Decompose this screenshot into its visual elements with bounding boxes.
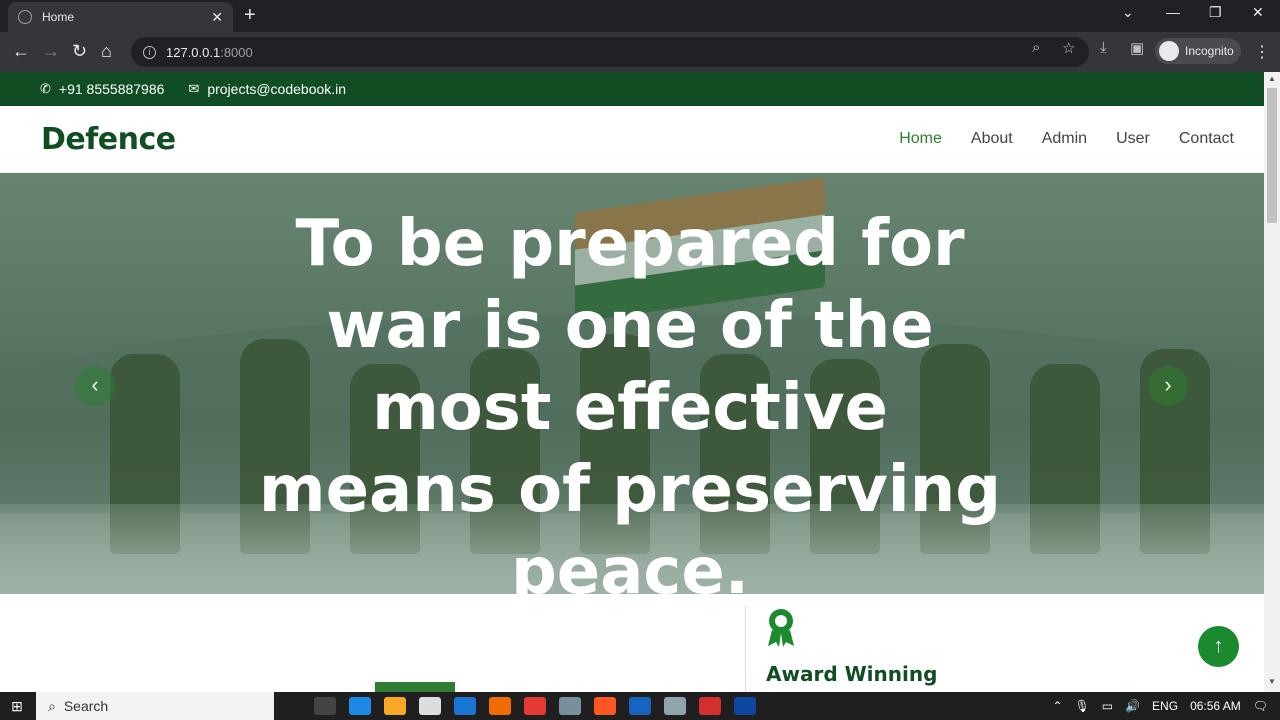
- features-section: Award Winning ↑: [0, 594, 1264, 692]
- side-panel-icon[interactable]: ▣: [1130, 39, 1144, 57]
- brave-icon[interactable]: [594, 697, 616, 715]
- page-scrollbar[interactable]: ▲ ▼: [1264, 72, 1280, 692]
- forward-icon[interactable]: →: [42, 41, 60, 62]
- close-window-button[interactable]: ✕: [1252, 4, 1264, 21]
- tab-home[interactable]: Home ✕: [8, 2, 233, 32]
- close-tab-icon[interactable]: ✕: [211, 9, 223, 26]
- browser-toolbar: ← → ↻ ⌂ i 127.0.0.1 :8000 ⌕ ☆ ⤓ ▣: [0, 32, 1280, 72]
- taskbar-search[interactable]: ⌕ Search: [36, 692, 274, 720]
- carousel-prev-button[interactable]: ‹: [75, 366, 115, 406]
- site-info-icon[interactable]: i: [143, 45, 156, 59]
- contact-topbar: ✆ +91 8555887986 ✉ projects@codebook.in: [0, 72, 1264, 106]
- web-page: ✆ +91 8555887986 ✉ projects@codebook.in …: [0, 72, 1264, 692]
- taskbar-search-label: Search: [63, 698, 109, 714]
- language-indicator[interactable]: ENG: [1152, 699, 1178, 713]
- app-icon[interactable]: [734, 697, 756, 715]
- tray-chevron-icon[interactable]: ⌃: [1052, 699, 1062, 713]
- app-icon[interactable]: [559, 697, 581, 715]
- site-navbar: Defence Home About Admin User Contact: [0, 106, 1264, 173]
- carousel-next-button[interactable]: ›: [1148, 366, 1188, 406]
- volume-icon[interactable]: 🔊: [1125, 699, 1140, 713]
- clock[interactable]: 06:56 AM: [1190, 699, 1241, 713]
- system-tray: ⌃ 🎙 ▭ 🔊 ENG 06:56 AM 🗨: [1052, 692, 1280, 720]
- phone-number: +91 8555887986: [58, 81, 165, 97]
- search-icon: ⌕: [48, 697, 56, 714]
- battery-icon[interactable]: ▭: [1102, 699, 1113, 713]
- back-to-top-button[interactable]: ↑: [1198, 626, 1239, 667]
- incognito-icon: [1159, 41, 1179, 61]
- tab-search-icon[interactable]: ⌄: [1122, 4, 1134, 21]
- hero-carousel: To be prepared for war is one of the mos…: [0, 173, 1264, 594]
- chrome-icon[interactable]: [524, 697, 546, 715]
- main-menu: Home About Admin User Contact: [870, 130, 1234, 148]
- reload-icon[interactable]: ↻: [72, 41, 87, 62]
- vscode-icon[interactable]: [454, 697, 476, 715]
- nav-home[interactable]: Home: [899, 130, 942, 148]
- feature-divider: [745, 606, 746, 692]
- nav-contact[interactable]: Contact: [1179, 130, 1234, 148]
- browser-tab-bar: Home ✕ + ⌄ — ❐ ✕: [0, 0, 1280, 32]
- restore-button[interactable]: ❐: [1209, 4, 1222, 21]
- new-tab-button[interactable]: +: [244, 4, 256, 27]
- tab-title: Home: [42, 10, 75, 24]
- windows-start-icon[interactable]: ⊞: [0, 692, 34, 720]
- zoom-icon[interactable]: ⌕: [1032, 39, 1040, 56]
- scroll-down-icon[interactable]: ▼: [1268, 677, 1276, 686]
- about-image-peek: [375, 682, 455, 692]
- award-ribbon-icon: [768, 609, 794, 647]
- task-view-icon[interactable]: [314, 697, 336, 715]
- notification-icon[interactable]: 🗨: [1253, 699, 1268, 713]
- url-port: :8000: [220, 44, 253, 60]
- microphone-icon[interactable]: 🎙: [1075, 699, 1090, 713]
- phone-contact: ✆ +91 8555887986: [40, 81, 164, 97]
- phone-icon: ✆: [40, 81, 51, 96]
- scroll-up-icon[interactable]: ▲: [1268, 74, 1276, 83]
- back-icon[interactable]: ←: [12, 41, 30, 62]
- address-bar[interactable]: i 127.0.0.1 :8000: [131, 37, 1089, 67]
- scrollbar-thumb[interactable]: [1267, 88, 1277, 223]
- minimize-button[interactable]: —: [1166, 4, 1180, 20]
- os-taskbar: ⊞ ⌕ Search ⌃ 🎙 ▭ 🔊 ENG 06:56 AM 🗨: [0, 692, 1280, 720]
- url-host: 127.0.0.1: [166, 44, 221, 60]
- home-icon[interactable]: ⌂: [101, 41, 112, 62]
- nav-admin[interactable]: Admin: [1042, 130, 1087, 148]
- incognito-profile[interactable]: Incognito: [1155, 38, 1241, 64]
- more-menu-icon[interactable]: ⋮: [1254, 42, 1270, 62]
- nav-user[interactable]: User: [1116, 130, 1150, 148]
- profile-label: Incognito: [1185, 44, 1234, 58]
- hero-quote: To be prepared for war is one of the mos…: [258, 207, 1002, 594]
- globe-icon: [18, 10, 32, 24]
- feature-title: Award Winning: [766, 662, 938, 686]
- email-address: projects@codebook.in: [207, 81, 347, 97]
- file-explorer-icon[interactable]: [384, 697, 406, 715]
- envelope-icon: ✉: [188, 81, 200, 96]
- recorder-icon[interactable]: [699, 697, 721, 715]
- search-app-icon[interactable]: [489, 697, 511, 715]
- pinned-apps: [314, 697, 769, 715]
- bookmark-star-icon[interactable]: ☆: [1062, 39, 1075, 57]
- nav-about[interactable]: About: [971, 130, 1013, 148]
- email-contact: ✉ projects@codebook.in: [188, 81, 346, 97]
- site-logo[interactable]: Defence: [41, 122, 176, 157]
- edge-icon[interactable]: [349, 697, 371, 715]
- download-icon[interactable]: ⤓: [1100, 39, 1107, 56]
- remote-desktop-icon[interactable]: [664, 697, 686, 715]
- zoom-app-icon[interactable]: [629, 697, 651, 715]
- app-icon[interactable]: [419, 697, 441, 715]
